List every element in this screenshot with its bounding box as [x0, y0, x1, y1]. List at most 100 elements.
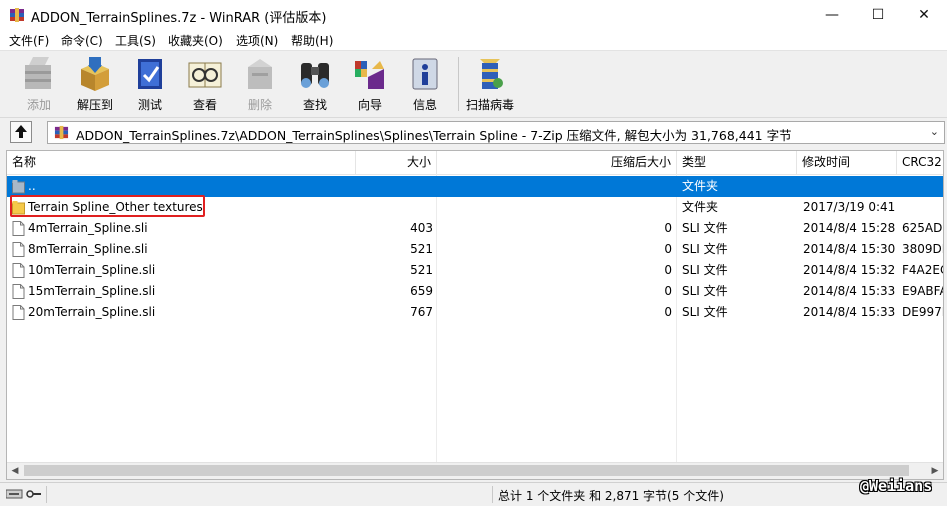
status-bar: 总计 1 个文件夹 和 2,871 字节(5 个文件) @Weiians	[0, 477, 947, 506]
column-header-name[interactable]: 名称	[7, 151, 356, 174]
file-row[interactable]: 4mTerrain_Spline.sli 403 0 SLI 文件 2014/8/4 1…	[7, 218, 943, 239]
cell-packed: 0	[664, 284, 672, 298]
file-icon	[12, 305, 25, 320]
cell-type: 文件夹	[682, 200, 719, 214]
menu-commands[interactable]: 命令(C)	[61, 32, 103, 49]
cell-packed	[437, 176, 672, 197]
cell-packed: 0	[664, 305, 672, 319]
cell-modified: 2014/8/4 15:30	[803, 242, 895, 256]
file-icon	[12, 284, 25, 299]
menu-options[interactable]: 选项(N)	[236, 32, 278, 49]
menu-tools[interactable]: 工具(S)	[115, 32, 156, 49]
info-label: 信息	[412, 98, 437, 112]
cell-modified: 2014/8/4 15:33	[803, 284, 895, 298]
up-folder-button[interactable]	[10, 121, 32, 143]
menu-file[interactable]: 文件(F)	[9, 32, 49, 49]
virus-scan-label: 扫描病毒	[465, 98, 514, 112]
drive-key-icon[interactable]	[5, 488, 42, 500]
file-name: 8mTerrain_Spline.sli	[28, 242, 148, 256]
virus-scan-icon	[470, 55, 510, 93]
status-divider	[492, 486, 493, 503]
close-button[interactable]: ✕	[901, 0, 947, 30]
cell-type: SLI 文件	[682, 263, 728, 277]
menu-bar: 文件(F) 命令(C) 工具(S) 收藏夹(O) 选项(N) 帮助(H)	[0, 30, 947, 50]
delete-icon	[240, 55, 280, 93]
cell-modified: 2014/8/4 15:32	[803, 263, 895, 277]
cell-type: SLI 文件	[682, 242, 728, 256]
test-button[interactable]: 测试	[122, 55, 178, 113]
cell-type: SLI 文件	[682, 221, 728, 235]
add-icon	[19, 55, 59, 93]
status-summary: 总计 1 个文件夹 和 2,871 字节(5 个文件)	[498, 489, 724, 503]
cell-packed: 0	[664, 221, 672, 235]
column-header-crc[interactable]: CRC32	[897, 151, 943, 174]
wizard-button[interactable]: 向导	[342, 55, 398, 113]
view-icon	[185, 55, 225, 93]
view-label: 查看	[192, 98, 217, 112]
file-row[interactable]: 15mTerrain_Spline.sli 659 0 SLI 文件 2014/8/4 …	[7, 281, 943, 302]
info-icon	[405, 55, 445, 93]
extract-icon	[75, 55, 115, 93]
delete-button[interactable]: 删除	[232, 55, 288, 113]
cell-crc: E9ABFA	[902, 284, 943, 298]
list-header: 名称 大小 压缩后大小 类型 修改时间 CRC32 ^	[7, 151, 943, 175]
menu-favorites[interactable]: 收藏夹(O)	[168, 32, 223, 49]
file-list[interactable]: 名称 大小 压缩后大小 类型 修改时间 CRC32 ^ .. 文件夹 Terrain…	[6, 150, 944, 480]
info-button[interactable]: 信息	[397, 55, 453, 113]
file-name: 20mTerrain_Spline.sli	[28, 305, 156, 319]
file-icon	[12, 221, 25, 236]
file-name: ..	[28, 179, 36, 193]
delete-label: 删除	[247, 98, 272, 112]
file-name: 10mTerrain_Spline.sli	[28, 263, 156, 277]
extract-to-button[interactable]: 解压到	[67, 55, 123, 113]
winrar-app-icon[interactable]	[9, 7, 25, 23]
file-row[interactable]: 10mTerrain_Spline.sli 521 0 SLI 文件 2014/8/4 …	[7, 260, 943, 281]
find-button[interactable]: 查找	[287, 55, 343, 113]
cell-modified: 2014/8/4 15:28	[803, 221, 895, 235]
cell-size: 521	[410, 242, 433, 256]
column-header-type[interactable]: 类型	[677, 151, 797, 174]
file-row[interactable]: 8mTerrain_Spline.sli 521 0 SLI 文件 2014/8/4 1…	[7, 239, 943, 260]
title-bar: ADDON_TerrainSplines.7z - WinRAR (评估版本) …	[0, 0, 947, 30]
up-arrow-icon	[15, 125, 27, 138]
maximize-button[interactable]: ☐	[855, 0, 901, 30]
menu-help[interactable]: 帮助(H)	[291, 32, 333, 49]
address-field[interactable]: ADDON_TerrainSplines.7z\ADDON_TerrainSpl…	[47, 121, 945, 144]
window-title: ADDON_TerrainSplines.7z - WinRAR (评估版本)	[31, 11, 327, 26]
column-header-modified[interactable]: 修改时间	[797, 151, 897, 174]
scroll-left-icon[interactable]: ◀	[7, 464, 23, 478]
test-label: 测试	[137, 98, 162, 112]
cell-size: 521	[410, 263, 433, 277]
horizontal-scrollbar[interactable]: ◀ ▶	[7, 462, 943, 479]
address-bar: ADDON_TerrainSplines.7z\ADDON_TerrainSpl…	[0, 118, 947, 146]
sort-indicator-icon: ^	[552, 150, 561, 158]
view-button[interactable]: 查看	[177, 55, 233, 113]
watermark: @Weiians	[860, 477, 933, 495]
virus-scan-button[interactable]: 扫描病毒	[462, 55, 518, 113]
find-icon	[295, 55, 335, 93]
file-icon	[12, 263, 25, 278]
scroll-right-icon[interactable]: ▶	[927, 464, 943, 478]
test-icon	[130, 55, 170, 93]
file-name: 15mTerrain_Spline.sli	[28, 284, 156, 298]
file-row[interactable]: 20mTerrain_Spline.sli 767 0 SLI 文件 2014/8/4 …	[7, 302, 943, 323]
toolbar: 添加 解压到 测试 查看 删除 查找 向导 信息 扫描病毒	[0, 50, 947, 118]
cell-crc: DE997E	[902, 305, 943, 319]
cell-packed: 0	[664, 242, 672, 256]
column-header-size[interactable]: 大小	[356, 151, 437, 174]
toolbar-separator	[458, 57, 459, 111]
cell-size	[356, 176, 433, 197]
archive-icon	[54, 125, 69, 140]
minimize-button[interactable]: —	[809, 0, 855, 30]
file-row[interactable]: .. 文件夹	[7, 176, 943, 197]
cell-modified: 2017/3/19 0:41	[803, 200, 895, 214]
cell-modified	[803, 176, 895, 197]
cell-type: 文件夹	[682, 179, 719, 193]
scrollbar-thumb[interactable]	[24, 465, 909, 476]
chevron-down-icon[interactable]: ⌄	[930, 125, 939, 138]
status-divider	[46, 486, 47, 503]
add-label: 添加	[26, 98, 51, 112]
cell-packed: 0	[664, 263, 672, 277]
cell-crc: 3809DD	[902, 242, 943, 256]
add-button[interactable]: 添加	[11, 55, 67, 113]
